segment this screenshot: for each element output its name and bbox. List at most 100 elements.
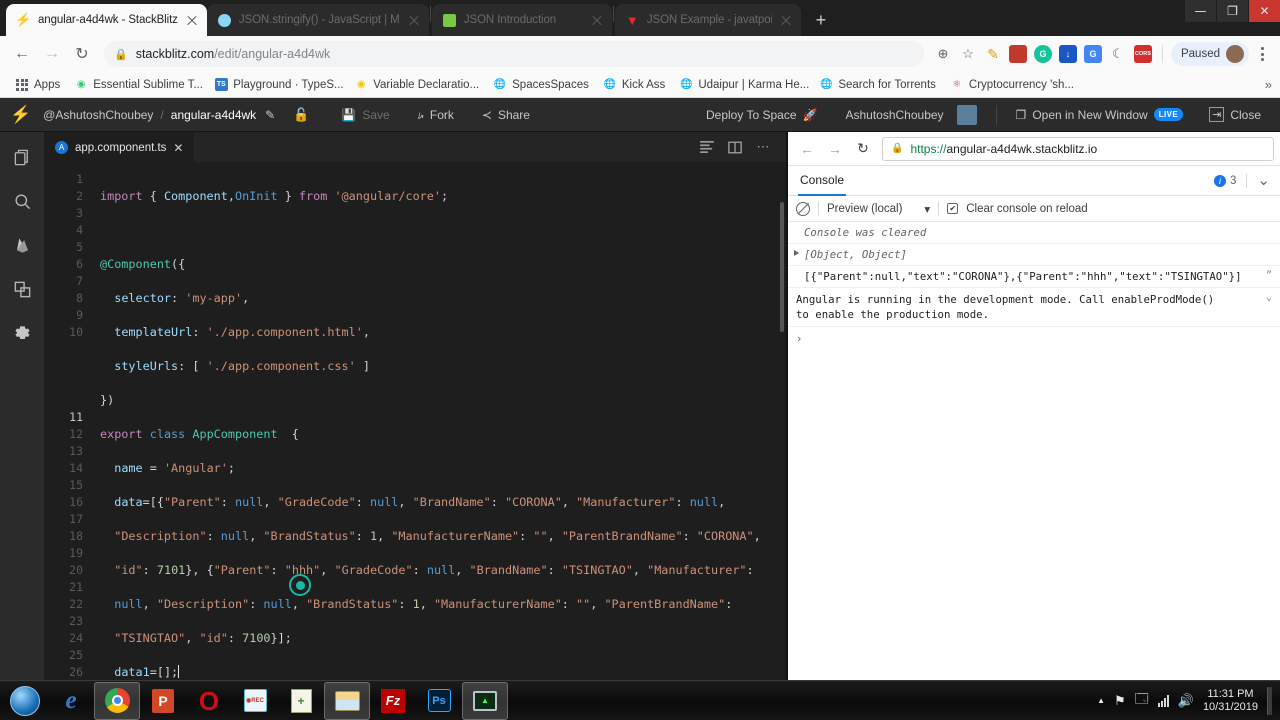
editor-tab-app-component[interactable]: A app.component.ts ✕	[44, 132, 195, 162]
taskbar-item-notepadpp[interactable]: +	[278, 682, 324, 720]
console-message[interactable]: [Object, Object]	[788, 244, 1280, 266]
project-name[interactable]: angular-a4d4wk	[171, 108, 256, 122]
stackblitz-logo-icon[interactable]: ⚡	[10, 105, 31, 125]
taskbar-item-file-explorer[interactable]	[324, 681, 370, 720]
bookmark-item-7[interactable]: 🌐 Search for Torrents	[812, 75, 943, 95]
project-owner-handle[interactable]: @AshutoshChoubey	[43, 108, 153, 122]
bookmark-item-6[interactable]: 🌐 Udaipur | Karma He...	[672, 75, 812, 95]
show-desktop-button[interactable]	[1267, 686, 1272, 715]
software-center-icon[interactable]: 🗔	[1135, 690, 1149, 712]
code-area[interactable]: 1 2 3 4 5 6 7 8 9 10 . . . . 11	[44, 162, 786, 680]
info-count-badge[interactable]: i 3	[1214, 174, 1236, 187]
window-minimize-button[interactable]: —	[1184, 0, 1216, 22]
share-button[interactable]: ≺ Share	[473, 98, 539, 132]
editor-scrollbar[interactable]	[780, 202, 784, 332]
browser-tab-0[interactable]: ⚡ angular-a4d4wk - StackBlitz	[6, 4, 207, 36]
tab-close-icon[interactable]	[779, 13, 793, 27]
google-translate-extension-icon[interactable]: G	[1082, 43, 1104, 65]
console-prompt[interactable]: ›	[788, 327, 1280, 350]
action-center-flag-icon[interactable]: ⚑	[1114, 693, 1126, 709]
close-preview-button[interactable]: ⇥ Close	[1200, 98, 1270, 132]
taskbar-item-photoshop[interactable]: Ps	[416, 682, 462, 720]
close-icon[interactable]: ✕	[173, 141, 183, 155]
project-visibility-lock-icon[interactable]: 🔓	[284, 98, 318, 132]
volume-icon[interactable]: 🔊	[1178, 693, 1194, 709]
console-message-source[interactable]: ”	[1258, 270, 1272, 283]
download-extension-icon[interactable]: ↓	[1057, 43, 1079, 65]
network-signal-icon[interactable]	[1157, 694, 1169, 707]
settings-gear-icon[interactable]	[11, 322, 33, 344]
reload-button[interactable]: ↻	[68, 40, 96, 68]
console-output[interactable]: Console was cleared [Object, Object] [{"…	[788, 222, 1280, 680]
save-button[interactable]: 💾 Save	[332, 98, 398, 132]
preview-reload-button[interactable]: ↻	[850, 136, 876, 162]
dark-mode-extension-icon[interactable]: ☾	[1107, 43, 1129, 65]
forward-button[interactable]: →	[38, 40, 66, 68]
tab-close-icon[interactable]	[590, 13, 604, 27]
tab-console[interactable]: Console	[798, 166, 847, 196]
tab-strip: ⚡ angular-a4d4wk - StackBlitz JSON.strin…	[0, 0, 1280, 36]
browser-tab-1[interactable]: JSON.stringify() - JavaScript | MD	[206, 4, 429, 36]
start-button[interactable]	[2, 682, 48, 720]
account-button[interactable]: AshutoshChoubey	[836, 98, 985, 132]
bookmark-item-5[interactable]: 🌐 Kick Ass	[596, 75, 672, 95]
open-in-new-window-button[interactable]: ❐ Open in New Window LIVE	[1007, 98, 1193, 132]
preview-back-button[interactable]: ←	[794, 136, 820, 162]
red-book-extension-icon[interactable]	[1007, 43, 1029, 65]
clear-on-reload-checkbox[interactable]: ✔	[947, 203, 959, 214]
cors-extension-icon[interactable]: CORS	[1132, 43, 1154, 65]
browser-tab-3[interactable]: ▼ JSON Example - javatpoint	[614, 4, 801, 36]
bookmark-item-3[interactable]: ◉ Variable Declaratio...	[347, 75, 486, 95]
new-tab-button[interactable]: +	[807, 6, 835, 34]
taskbar-item-powerpoint[interactable]: P	[140, 682, 186, 720]
bookmark-item-2[interactable]: TS Playground · TypeS...	[207, 75, 347, 95]
format-lines-icon[interactable]	[694, 134, 720, 160]
clock[interactable]: 11:31 PM 10/31/2019	[1203, 688, 1258, 714]
collapse-console-icon[interactable]: ⌄	[1257, 173, 1270, 188]
window-maximize-button[interactable]: ❐	[1216, 0, 1248, 22]
deploy-to-space-button[interactable]: Deploy To Space 🚀	[697, 98, 826, 132]
bookmark-star-icon[interactable]: ☆	[957, 43, 979, 65]
rename-project-icon[interactable]: ✎	[256, 98, 284, 132]
chrome-menu-icon[interactable]	[1252, 47, 1272, 61]
tab-divider	[612, 6, 614, 22]
dependencies-icon[interactable]	[11, 278, 33, 300]
code-content[interactable]: import { Component,OnInit } from '@angul…	[92, 162, 786, 680]
files-icon[interactable]	[11, 146, 33, 168]
show-hidden-icons-button[interactable]: ▲	[1097, 696, 1105, 705]
tab-close-icon[interactable]	[185, 13, 199, 27]
bookmark-item-1[interactable]: ◉ Essential Sublime T...	[67, 75, 207, 95]
split-view-icon[interactable]	[722, 134, 748, 160]
taskbar-item-system-monitor[interactable]: ▲	[462, 681, 508, 720]
console-message-text: [Object, Object]	[804, 248, 907, 261]
add-to-collection-icon[interactable]: ⊕	[932, 43, 954, 65]
preview-url-bar[interactable]: 🔒 https://angular-a4d4wk.stackblitz.io	[882, 136, 1274, 161]
bookmarks-overflow-icon[interactable]: »	[1265, 77, 1272, 92]
taskbar-item-filezilla[interactable]: Fz	[370, 682, 416, 720]
taskbar-item-internet-explorer[interactable]: e	[48, 682, 94, 720]
bookmark-item-4[interactable]: 🌐 SpacesSpaces	[486, 75, 596, 95]
pen-highlighter-extension-icon[interactable]: ✎	[982, 43, 1004, 65]
clear-console-icon[interactable]	[796, 201, 810, 216]
browser-tab-2[interactable]: JSON Introduction	[431, 4, 612, 36]
address-bar[interactable]: 🔒 stackblitz.com/edit/angular-a4d4wk	[104, 41, 924, 67]
console-message-source[interactable]: ⌄	[1258, 292, 1272, 322]
more-options-icon[interactable]: ⋯	[750, 134, 776, 160]
console-context-select[interactable]: Preview (local) ▾	[827, 202, 930, 216]
tab-close-icon[interactable]	[407, 13, 421, 27]
bookmark-item-8[interactable]: ⚛ Cryptocurrency 'sh...	[943, 75, 1081, 95]
grammarly-extension-icon[interactable]: G	[1032, 43, 1054, 65]
taskbar-item-screen-recorder[interactable]: ◉REC	[232, 682, 278, 720]
fork-button[interactable]: ⭟ Fork	[409, 98, 463, 132]
taskbar-item-chrome[interactable]	[94, 681, 140, 720]
bookmark-item-apps[interactable]: Apps	[8, 75, 67, 95]
back-button[interactable]: ←	[8, 40, 36, 68]
profile-status-button[interactable]: Paused	[1170, 42, 1249, 66]
internet-explorer-icon: e	[65, 686, 77, 714]
firebase-icon[interactable]	[11, 234, 33, 256]
expand-arrow-icon[interactable]	[794, 250, 799, 256]
preview-forward-button[interactable]: →	[822, 136, 848, 162]
window-close-button[interactable]: ✕	[1248, 0, 1280, 22]
taskbar-item-opera[interactable]: O	[186, 682, 232, 720]
search-icon[interactable]	[11, 190, 33, 212]
